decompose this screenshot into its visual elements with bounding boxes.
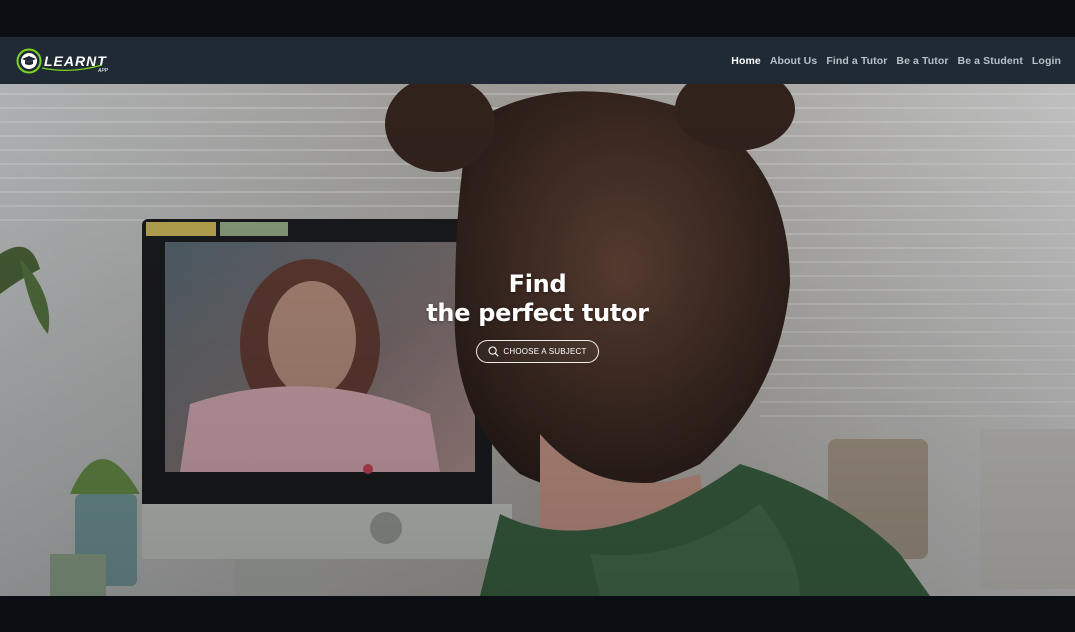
- navbar: LEARNT APP Home About Us Find a Tutor Be…: [0, 37, 1075, 84]
- bottom-band: [0, 596, 1075, 632]
- choose-subject-button[interactable]: CHOOSE A SUBJECT: [476, 340, 599, 363]
- page: LEARNT APP Home About Us Find a Tutor Be…: [0, 0, 1075, 632]
- nav-find-a-tutor[interactable]: Find a Tutor: [826, 55, 887, 67]
- nav-about-us[interactable]: About Us: [770, 55, 817, 67]
- nav-be-a-tutor[interactable]: Be a Tutor: [896, 55, 948, 67]
- logo-subtext: APP: [97, 68, 109, 74]
- top-band: [0, 0, 1075, 37]
- hero-title-line2: the perfect tutor: [426, 299, 649, 327]
- nav-be-a-student[interactable]: Be a Student: [958, 55, 1023, 67]
- hero-content: Find the perfect tutor CHOOSE A SUBJECT: [0, 84, 1075, 596]
- hero-section: Find the perfect tutor CHOOSE A SUBJECT: [0, 84, 1075, 596]
- choose-subject-label: CHOOSE A SUBJECT: [503, 347, 587, 356]
- hero-title: Find the perfect tutor: [0, 270, 1075, 328]
- search-icon: [488, 346, 499, 357]
- hero-title-line1: Find: [508, 270, 567, 298]
- logo[interactable]: LEARNT APP: [16, 48, 120, 74]
- nav-login[interactable]: Login: [1032, 55, 1061, 67]
- main-nav: Home About Us Find a Tutor Be a Tutor Be…: [731, 55, 1061, 67]
- nav-home[interactable]: Home: [731, 55, 761, 67]
- logo-graduation-cap-icon: LEARNT APP: [16, 48, 109, 74]
